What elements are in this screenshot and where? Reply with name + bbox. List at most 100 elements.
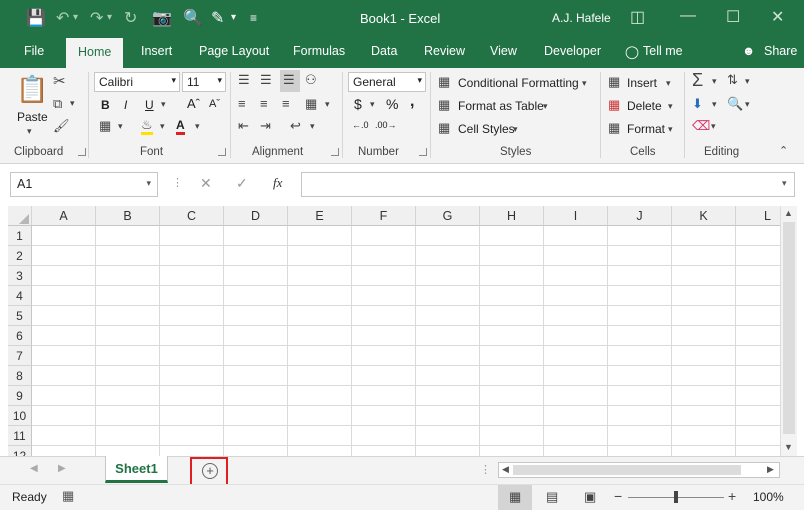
column-header[interactable]: D — [224, 206, 288, 226]
merge-dropdown-icon[interactable]: ▾ — [325, 99, 330, 110]
column-header[interactable]: K — [672, 206, 736, 226]
active-cell[interactable] — [32, 226, 96, 246]
column-header[interactable]: B — [96, 206, 160, 226]
column-header[interactable]: E — [288, 206, 352, 226]
increase-decimal-icon[interactable]: ←.0 — [352, 120, 369, 130]
customize-qat-icon[interactable]: ≡ — [250, 11, 257, 25]
conditional-formatting-button[interactable]: Conditional Formatting — [458, 76, 579, 90]
zoom-level[interactable]: 100% — [753, 490, 784, 504]
alignment-launcher-icon[interactable] — [331, 148, 339, 156]
share-icon[interactable]: ☻ — [742, 44, 755, 58]
font-color-icon[interactable]: A — [176, 118, 185, 135]
decrease-indent-icon[interactable]: ⇤ — [238, 118, 249, 134]
paste-dropdown-icon[interactable]: ▾ — [27, 126, 32, 137]
column-header[interactable]: C — [160, 206, 224, 226]
select-all-corner[interactable] — [8, 206, 32, 226]
italic-button[interactable]: I — [124, 98, 127, 112]
tab-insert[interactable]: Insert — [141, 44, 172, 58]
clipboard-launcher-icon[interactable] — [78, 148, 86, 156]
sort-filter-icon[interactable]: ⇅ — [727, 72, 738, 88]
scroll-up-icon[interactable]: ▲ — [784, 208, 793, 218]
user-name[interactable]: A.J. Hafele — [552, 11, 611, 25]
fill-color-icon[interactable]: ♨ — [141, 118, 153, 135]
bottom-align-icon[interactable]: ☰ — [280, 70, 300, 92]
zoom-out-button[interactable]: − — [614, 488, 622, 504]
find-select-icon[interactable]: 🔍 — [727, 96, 743, 112]
column-header[interactable]: J — [608, 206, 672, 226]
row-header[interactable]: 11 — [8, 426, 32, 446]
insert-function-button[interactable]: fx — [273, 175, 282, 191]
column-header[interactable]: L — [736, 206, 780, 226]
column-header[interactable]: I — [544, 206, 608, 226]
sheet-tab[interactable]: Sheet1 — [105, 456, 168, 483]
tab-developer[interactable]: Developer — [544, 44, 601, 58]
page-break-view-icon[interactable]: ▣ — [584, 489, 596, 505]
chevron-down-icon[interactable]: ▾ — [666, 78, 671, 89]
row-header[interactable]: 9 — [8, 386, 32, 406]
row-header[interactable]: 10 — [8, 406, 32, 426]
page-layout-view-icon[interactable]: ▤ — [546, 489, 558, 505]
borders-icon[interactable]: ▦ — [99, 118, 111, 134]
chevron-down-icon[interactable]: ▾ — [543, 101, 548, 112]
save-icon[interactable]: 💾 — [26, 8, 46, 28]
number-launcher-icon[interactable] — [419, 148, 427, 156]
expand-formula-icon[interactable]: ▾ — [782, 178, 787, 189]
print-preview-icon[interactable]: 🔍 — [183, 8, 203, 28]
increase-indent-icon[interactable]: ⇥ — [260, 118, 271, 134]
row-header[interactable]: 2 — [8, 246, 32, 266]
format-painter-icon[interactable]: 🖌 — [53, 118, 70, 134]
underline-dropdown-icon[interactable]: ▾ — [161, 99, 166, 110]
next-sheet-icon[interactable]: ▶ — [58, 463, 66, 474]
chevron-down-icon[interactable]: ▾ — [582, 78, 587, 89]
insert-cells-button[interactable]: Insert — [627, 76, 657, 90]
fill-color-icon[interactable]: ✎ — [211, 8, 224, 28]
cancel-icon[interactable]: ✕ — [200, 175, 212, 192]
zoom-in-button[interactable]: + — [728, 488, 736, 504]
row-header[interactable]: 12 — [8, 446, 32, 456]
currency-dropdown-icon[interactable]: ▾ — [370, 99, 375, 110]
cut-icon[interactable]: ✂ — [53, 72, 66, 90]
chevron-down-icon[interactable]: ▾ — [668, 101, 673, 112]
font-name-select[interactable]: Calibri ▾ — [94, 72, 180, 92]
clear-dropdown-icon[interactable]: ▾ — [711, 121, 716, 132]
row-header[interactable]: 1 — [8, 226, 32, 246]
increase-font-icon[interactable]: Aˆ — [187, 96, 200, 111]
bold-button[interactable]: B — [101, 98, 110, 112]
name-box[interactable]: A1 ▾ — [10, 172, 158, 197]
vertical-scrollbar[interactable]: ▲ ▼ — [780, 206, 797, 456]
row-header[interactable]: 5 — [8, 306, 32, 326]
redo-icon[interactable]: ↷ — [90, 8, 103, 28]
camera-icon[interactable]: 📷 — [152, 8, 172, 28]
fill-icon[interactable]: ⬇ — [692, 96, 703, 112]
middle-align-icon[interactable]: ☰ — [260, 72, 272, 88]
autosum-dropdown-icon[interactable]: ▾ — [712, 76, 717, 87]
wrap-text-icon[interactable]: ↩ — [290, 118, 301, 134]
copy-dropdown-icon[interactable]: ▾ — [70, 98, 75, 109]
fill-dropdown-icon[interactable]: ▾ — [231, 12, 236, 23]
fill-dropdown-icon[interactable]: ▾ — [712, 99, 717, 110]
scroll-thumb[interactable] — [513, 465, 741, 475]
align-right-icon[interactable]: ≡ — [282, 96, 290, 111]
tab-data[interactable]: Data — [371, 44, 397, 58]
paste-icon[interactable]: 📋 — [16, 74, 48, 105]
share-button[interactable]: Share — [764, 44, 797, 58]
tab-view[interactable]: View — [490, 44, 517, 58]
font-color-dropdown-icon[interactable]: ▾ — [195, 121, 200, 132]
delete-cells-button[interactable]: Delete — [627, 99, 662, 113]
top-align-icon[interactable]: ☰ — [238, 72, 250, 88]
fill-color-dropdown-icon[interactable]: ▾ — [160, 121, 165, 132]
undo-dropdown-icon[interactable]: ▾ — [73, 12, 78, 23]
maximize-icon[interactable]: ☐ — [726, 7, 740, 27]
decrease-decimal-icon[interactable]: .00→ — [375, 120, 397, 130]
scroll-thumb[interactable] — [783, 222, 795, 434]
scroll-right-icon[interactable]: ▶ — [767, 464, 774, 475]
autosum-icon[interactable]: Σ — [692, 70, 703, 91]
merge-center-icon[interactable]: ▦ — [305, 96, 317, 112]
column-header[interactable]: G — [416, 206, 480, 226]
font-size-select[interactable]: 11 ▾ — [182, 72, 226, 92]
format-as-table-button[interactable]: Format as Table — [458, 99, 544, 113]
currency-button[interactable]: $ — [354, 96, 362, 112]
sort-dropdown-icon[interactable]: ▾ — [745, 76, 750, 87]
ribbon-display-icon[interactable]: ◫ — [630, 7, 645, 27]
column-header[interactable]: H — [480, 206, 544, 226]
